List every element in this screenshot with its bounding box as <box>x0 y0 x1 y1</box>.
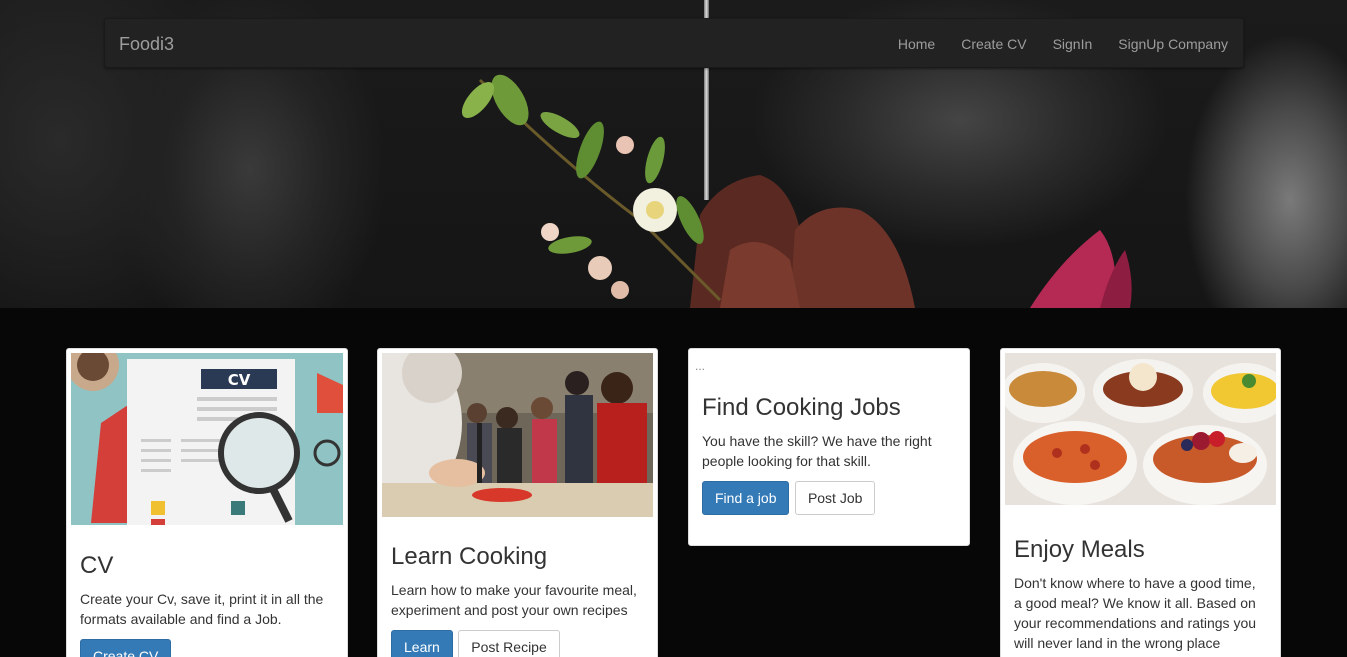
card-title: Find Cooking Jobs <box>702 394 901 421</box>
card-text: Create your Cv, save it, print it in all… <box>80 591 324 627</box>
create-cv-button[interactable]: Create CV <box>80 639 172 657</box>
cv-image: CV <box>71 353 343 525</box>
svg-text:CV: CV <box>228 371 251 389</box>
cooking-image <box>382 353 653 517</box>
nav-create-cv[interactable]: Create CV <box>948 19 1039 69</box>
nav-home[interactable]: Home <box>885 19 948 69</box>
card-title: Enjoy Meals <box>1014 536 1145 563</box>
meals-image <box>1005 353 1276 505</box>
card-text: You have the skill? We have the right pe… <box>702 433 932 469</box>
card-cv: CV CV Create your Cv, save it, print it … <box>66 348 348 657</box>
post-recipe-button[interactable]: Post Recipe <box>458 630 560 657</box>
nav-signin[interactable]: SignIn <box>1040 19 1106 69</box>
card-title: CV <box>80 552 114 579</box>
card-find-jobs: ... Find Cooking Jobs You have the skill… <box>688 348 970 546</box>
card-text: Learn how to make your favourite meal, e… <box>391 582 637 618</box>
nav-links: Home Create CV SignIn SignUp Company <box>885 19 1243 69</box>
learn-button[interactable]: Learn <box>391 630 453 657</box>
card-learn-cooking: Learn Cooking Learn how to make your fav… <box>377 348 658 657</box>
card-title: Learn Cooking <box>391 543 548 570</box>
broken-image: ... <box>695 359 706 373</box>
card-enjoy-meals: Enjoy Meals Don't know where to have a g… <box>1000 348 1281 657</box>
card-text: Don't know where to have a good time, a … <box>1014 575 1257 651</box>
nav-signup-company[interactable]: SignUp Company <box>1105 19 1243 69</box>
brand-logo[interactable]: Foodi3 <box>119 34 174 55</box>
find-job-button[interactable]: Find a job <box>702 481 790 515</box>
post-job-button[interactable]: Post Job <box>794 481 876 515</box>
top-navbar: Foodi3 Home Create CV SignIn SignUp Comp… <box>104 18 1244 68</box>
